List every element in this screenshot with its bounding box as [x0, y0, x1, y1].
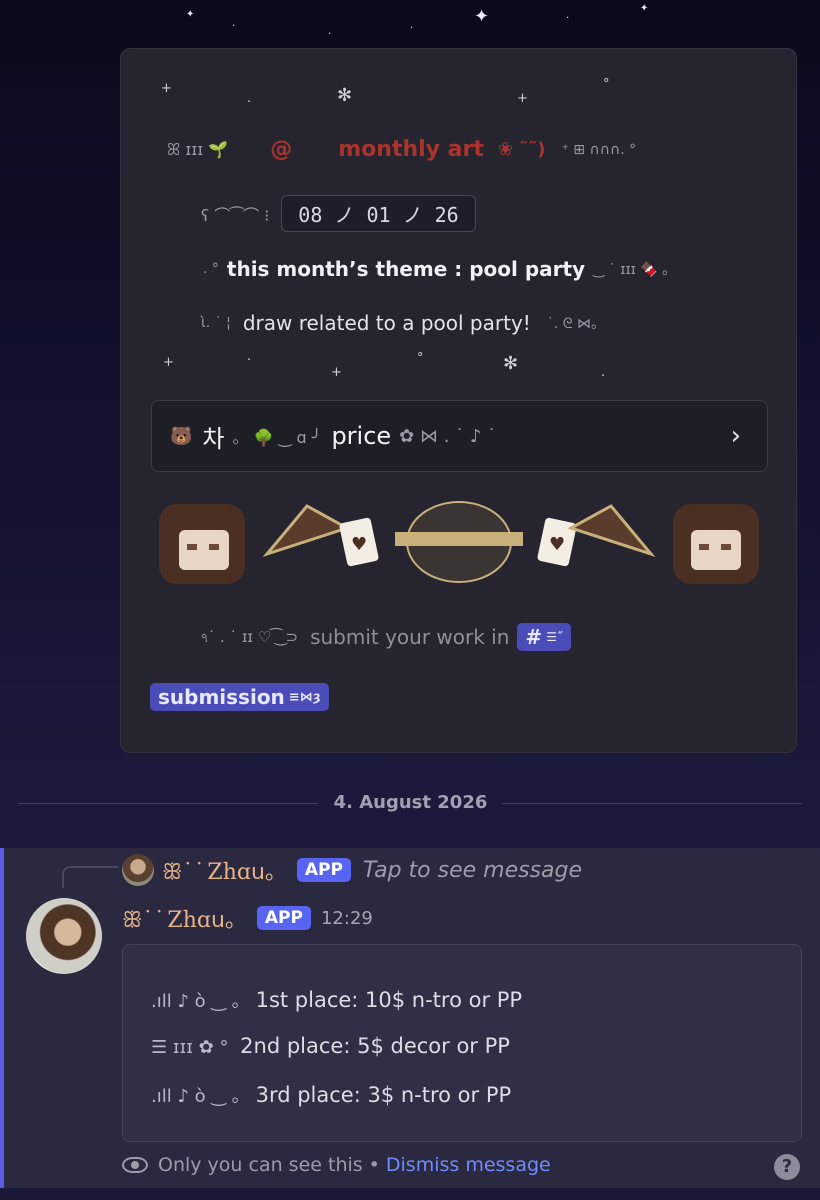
- music-icon: .ıll ♪ ὸ ‿ 。: [151, 1086, 250, 1107]
- submit-row: ঀ˙ . ˙ ɪɪ ♡ ͡ ͜ ⊃ submit your work in # …: [201, 623, 571, 651]
- channel-name: submission: [158, 685, 285, 709]
- message-embed: .ıll ♪ ὸ ‿ 。 1st place: 10$ n-tro or PP ☰…: [122, 944, 802, 1142]
- message-area: ꕥ˙ ͘ Zhɑ𝗎。 APP Tap to see message ꕥ˙ ͘ Z…: [0, 848, 820, 1188]
- bear-icon: 🐻: [170, 425, 193, 447]
- reply-app-badge: APP: [296, 858, 351, 882]
- svg-text:♥: ♥: [549, 534, 565, 555]
- timestamp: 12:29: [320, 907, 373, 929]
- footer-text: Only you can see this: [158, 1154, 363, 1176]
- date-row: ʕ ⌒⁀⌒ ⁝ 08 ノ 01 ノ 26: [201, 195, 476, 232]
- svg-text:♥: ♥: [351, 534, 367, 555]
- date-box: 08 ノ 01 ノ 26: [281, 195, 476, 232]
- reply-connector: [62, 866, 118, 888]
- embed-card: + . ✻ + ° ꕤ ɪɪɪ 🌱 @ monthly art ❀ ˜˜) ⁺ …: [120, 48, 797, 753]
- price-dropdown[interactable]: 🐻 차 。 🌳 ‿ ɑ ╯ price ✿ ⋈ . ˙ ♪ ˙ ›: [151, 400, 768, 472]
- chevron-right-icon: ›: [730, 421, 741, 451]
- ephemeral-footer: Only you can see this • Dismiss message: [122, 1154, 551, 1176]
- description-row: ὶ. ˙ ¦ draw related to a pool party! ˙. …: [201, 311, 606, 335]
- app-badge: APP: [256, 906, 311, 930]
- theme-row: . ° this month’s theme : pool party ‿ ˙ …: [203, 257, 677, 281]
- message-header: ꕥ˙ ͘ Zhɑ𝗎。 APP 12:29: [122, 902, 373, 934]
- flower-icon: ✿ ⋈ . ˙ ♪ ˙: [399, 425, 497, 447]
- reply-preview[interactable]: ꕥ˙ ͘ Zhɑ𝗎。 APP Tap to see message: [122, 854, 582, 886]
- price-prefix: 차: [202, 424, 225, 453]
- eye-icon: [122, 1157, 148, 1173]
- hashtag-icon: #: [525, 625, 543, 649]
- reply-avatar[interactable]: [122, 854, 154, 886]
- list-item: .ıll ♪ ὸ ‿ 。 3rd place: 3$ n-tro or PP: [151, 1083, 512, 1107]
- divider-date: 4. August 2026: [333, 792, 488, 813]
- embed-title: monthly art: [338, 137, 484, 162]
- flower-icon: ☰ ɪɪɪ ✿ °: [151, 1037, 235, 1058]
- channel-name-mention[interactable]: submission ≡⋈ȝ: [150, 683, 329, 711]
- embed-title-row: ꕤ ɪɪɪ 🌱 @ monthly art ❀ ˜˜) ⁺ ⊞ ∩∩∩. °: [167, 137, 637, 162]
- help-icon[interactable]: ?: [774, 1154, 800, 1180]
- description-text: draw related to a pool party!: [242, 311, 531, 335]
- title-prefix: @: [270, 137, 293, 162]
- tree-icon: 。 🌳 ‿ ɑ ╯: [232, 428, 322, 447]
- ribbon-icon: ꕤ ɪɪɪ 🌱: [167, 139, 229, 159]
- list-item: .ıll ♪ ὸ ‿ 。 1st place: 10$ n-tro or PP: [151, 988, 523, 1012]
- reply-text[interactable]: Tap to see message: [363, 858, 582, 883]
- username[interactable]: ꕥ˙ ͘ Zhɑ𝗎。: [122, 902, 247, 934]
- channel-name-row: submission ≡⋈ȝ: [150, 683, 329, 711]
- title-suffix: ❀ ˜˜): [497, 139, 546, 160]
- list-item: ☰ ɪɪɪ ✿ ° 2nd place: 5$ decor or PP: [151, 1034, 510, 1058]
- submit-text: submit your work in: [310, 625, 510, 649]
- date-divider: 4. August 2026: [18, 790, 803, 818]
- reply-username[interactable]: ꕥ˙ ͘ Zhɑ𝗎。: [162, 854, 287, 886]
- channel-mention[interactable]: # ☰˝: [517, 623, 571, 651]
- dismiss-link[interactable]: Dismiss message: [386, 1154, 551, 1176]
- theme-text: this month’s theme : pool party: [226, 257, 586, 281]
- music-icon: .ıll ♪ ὸ ‿ 。: [151, 991, 250, 1012]
- decorative-banner: ♥ ♥: [159, 501, 759, 584]
- avatar[interactable]: [26, 898, 102, 974]
- price-label: price: [331, 422, 392, 450]
